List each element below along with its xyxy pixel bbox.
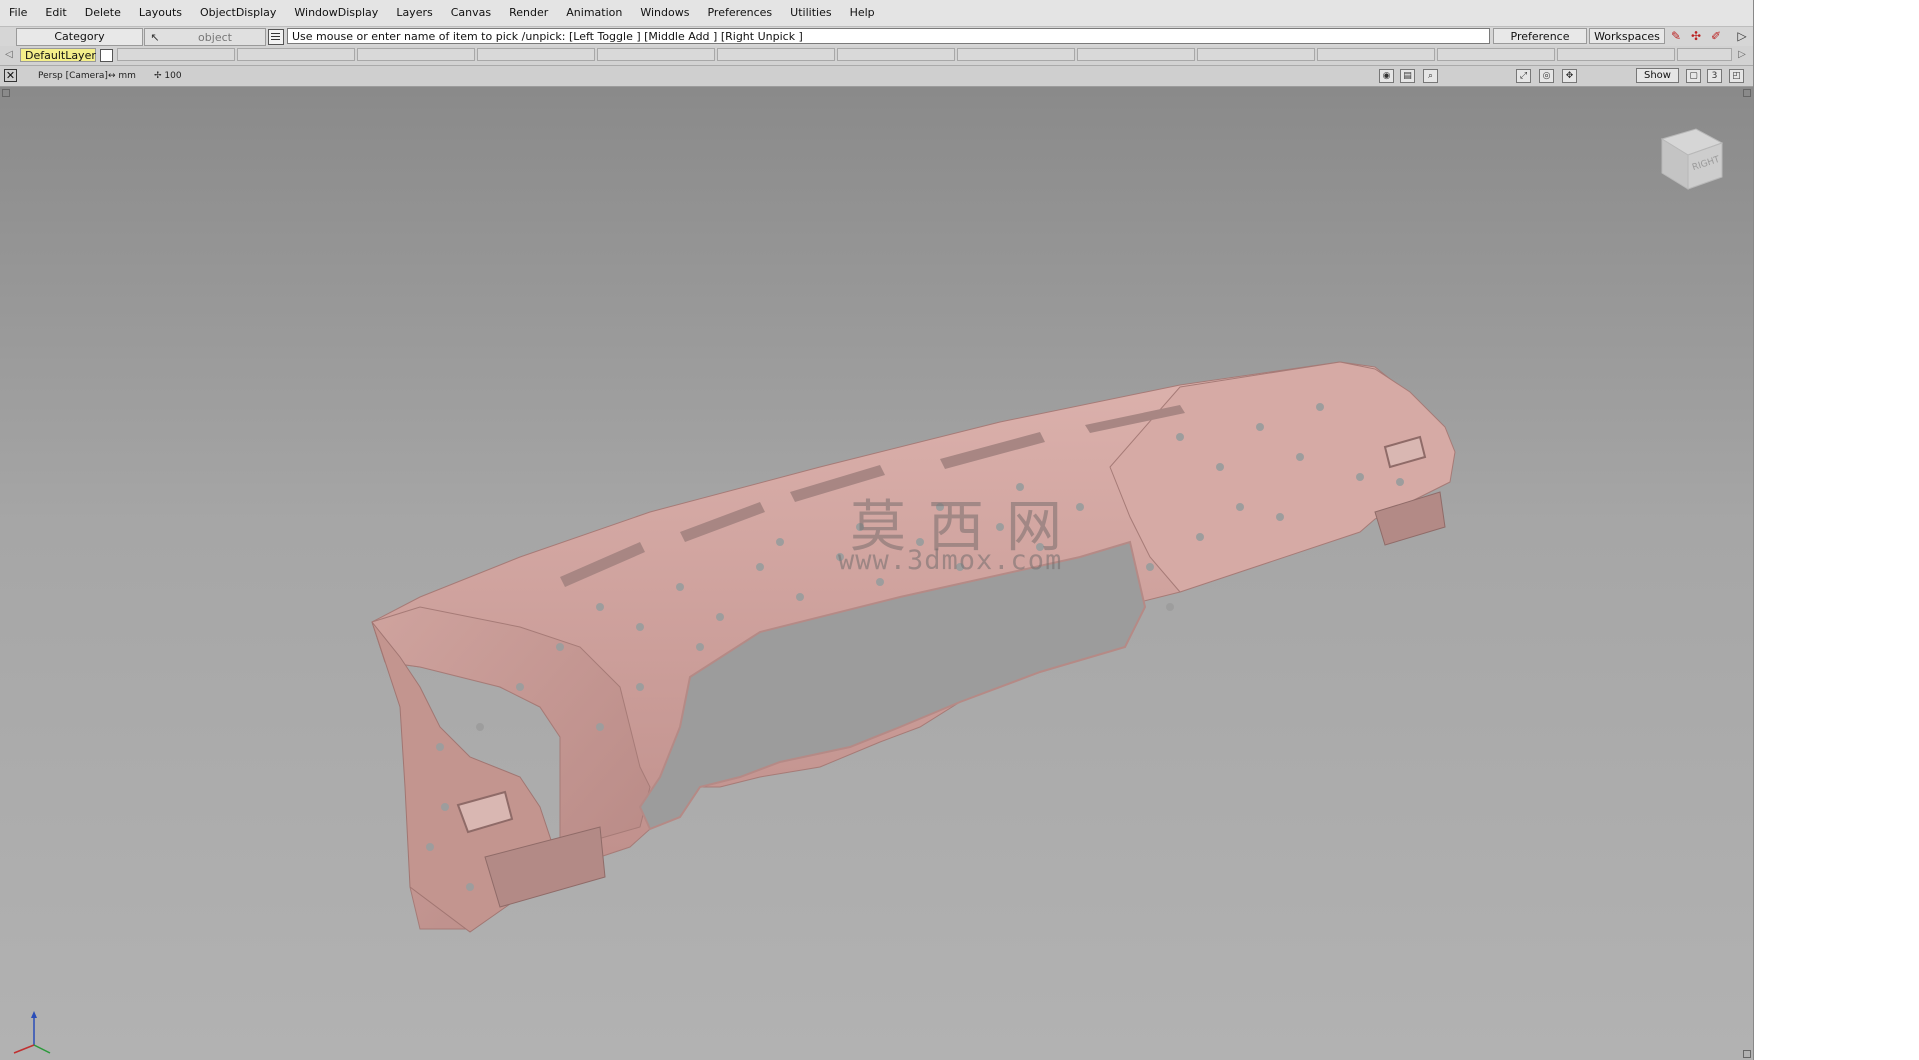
menu-help[interactable]: Help — [841, 0, 884, 26]
grid-size-label: 100 — [164, 71, 182, 81]
grid-indicator: ✢ 100 — [154, 66, 182, 86]
bookmark-icon[interactable]: ▤ — [1400, 69, 1415, 83]
fit-icon[interactable]: ⤢ — [1516, 69, 1531, 83]
layer-slot[interactable] — [1677, 48, 1732, 61]
workspaces-button[interactable]: Workspaces — [1589, 28, 1665, 44]
layer-slot[interactable] — [837, 48, 955, 61]
layer-slot[interactable] — [477, 48, 595, 61]
menu-preferences[interactable]: Preferences — [698, 0, 781, 26]
preference-sets-button[interactable]: Preference Sets — [1493, 28, 1587, 59]
layer-slot[interactable] — [1197, 48, 1315, 61]
camera-icon[interactable]: ◉ — [1379, 69, 1394, 83]
layer-slot[interactable] — [717, 48, 835, 61]
layer-slot[interactable] — [1437, 48, 1555, 61]
show-button[interactable]: Show — [1636, 68, 1679, 83]
shelf-icon-1[interactable]: ✎ — [1668, 29, 1684, 44]
layer-visibility-checkbox[interactable] — [100, 49, 113, 62]
menu-objectdisplay[interactable]: ObjectDisplay — [191, 0, 285, 26]
menu-delete[interactable]: Delete — [76, 0, 130, 26]
axis-triad-icon — [4, 1005, 54, 1058]
zoom-icon[interactable]: ⌕ — [1423, 69, 1438, 83]
pick-mode-selector[interactable]: ↖ object — [144, 28, 266, 46]
layer-slot[interactable] — [237, 48, 355, 61]
layer-slot[interactable] — [1557, 48, 1675, 61]
control-bar: Category ↖ object Use mouse or enter nam… — [0, 26, 1753, 59]
watermark-url: www.3dmox.com — [838, 545, 1063, 576]
layer-bar: ◁ DefaultLayer ▷ — [0, 46, 1753, 66]
units-arrow-icon: ↔ — [108, 71, 119, 81]
camera-label[interactable]: Persp [Camera] — [38, 66, 108, 86]
maximize-icon[interactable]: ◰ — [1729, 69, 1744, 83]
menu-bar: File Edit Delete Layouts ObjectDisplay W… — [0, 0, 1753, 26]
units-indicator: ↔ mm — [108, 66, 136, 86]
category-button[interactable]: Category — [16, 28, 143, 46]
empty-side-area — [1754, 0, 1919, 1060]
prompt-line[interactable]: Use mouse or enter name of item to pick … — [287, 28, 1490, 44]
layer-scroll-right-icon[interactable]: ▷ — [1736, 48, 1748, 62]
layout-number[interactable]: 3 — [1707, 69, 1722, 83]
default-layer[interactable]: DefaultLayer — [20, 48, 96, 62]
menu-animation[interactable]: Animation — [557, 0, 631, 26]
layer-scroll-left-icon[interactable]: ◁ — [3, 48, 15, 62]
view-cube[interactable]: RIGHT — [1652, 117, 1727, 200]
pick-mode-label: object — [198, 30, 232, 44]
viewport-header: ✕ Persp [Camera] ↔ mm ✢ 100 ◉ ▤ ⌕ ⤢ ◎ ✥ … — [0, 66, 1753, 87]
grid-icon: ✢ — [154, 71, 165, 81]
menu-windows[interactable]: Windows — [631, 0, 698, 26]
alias-app-window: File Edit Delete Layouts ObjectDisplay W… — [0, 0, 1754, 1060]
menu-layers[interactable]: Layers — [387, 0, 441, 26]
layer-slot[interactable] — [117, 48, 235, 61]
shelf-icon-3[interactable]: ✐ — [1708, 29, 1724, 44]
list-icon[interactable] — [268, 29, 284, 45]
menu-layouts[interactable]: Layouts — [130, 0, 191, 26]
expand-arrow-icon[interactable]: ▷ — [1734, 29, 1750, 44]
layer-slot[interactable] — [597, 48, 715, 61]
menu-utilities[interactable]: Utilities — [781, 0, 840, 26]
units-label: mm — [118, 71, 136, 81]
move-icon[interactable]: ✥ — [1562, 69, 1577, 83]
layer-slot[interactable] — [957, 48, 1075, 61]
layer-slot[interactable] — [357, 48, 475, 61]
perspective-viewport[interactable]: 莫西网 www.3dmox.com RIGHT — [0, 87, 1753, 1060]
layer-slot[interactable] — [1077, 48, 1195, 61]
target-icon[interactable]: ◎ — [1539, 69, 1554, 83]
menu-canvas[interactable]: Canvas — [442, 0, 500, 26]
layout-icon[interactable]: ▢ — [1686, 69, 1701, 83]
menu-render[interactable]: Render — [500, 0, 557, 26]
close-viewport-icon[interactable]: ✕ — [4, 69, 17, 82]
menu-edit[interactable]: Edit — [36, 0, 75, 26]
menu-windowdisplay[interactable]: WindowDisplay — [285, 0, 387, 26]
layer-slot[interactable] — [1317, 48, 1435, 61]
shelf-icon-2[interactable]: ✣ — [1688, 29, 1704, 44]
pick-icon: ↖ — [150, 30, 160, 44]
menu-file[interactable]: File — [0, 0, 36, 26]
